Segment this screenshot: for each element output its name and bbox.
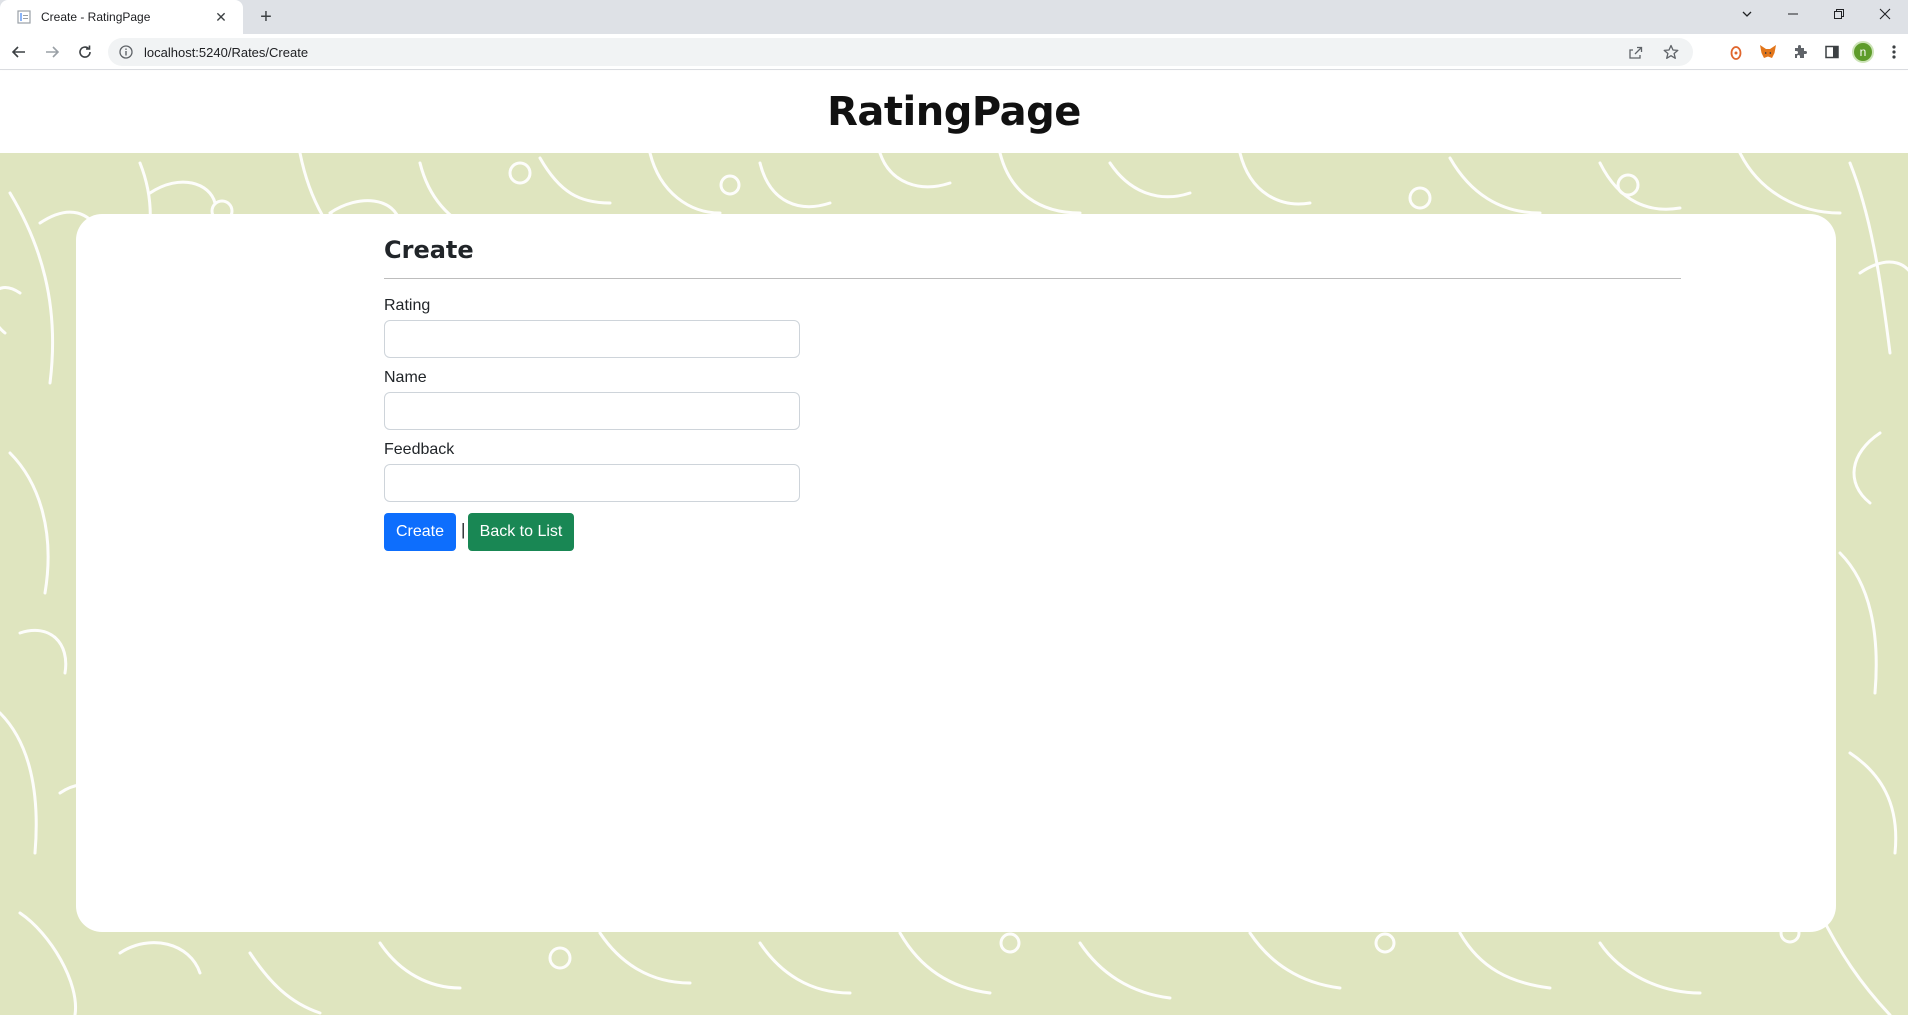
tab-search-icon[interactable] [1724,0,1770,28]
bookmark-star-icon[interactable] [1659,40,1683,64]
browser-toolbar: localhost:5240/Rates/Create n [0,34,1908,70]
reload-icon[interactable] [71,38,99,66]
content-card: Create Rating Name Feedback Create | Bac… [76,214,1836,932]
forward-arrow-icon[interactable] [38,38,66,66]
page-favicon-icon [16,9,32,25]
name-input[interactable] [384,392,800,430]
url-text: localhost:5240/Rates/Create [144,44,309,60]
feedback-input[interactable] [384,464,800,502]
back-arrow-icon[interactable] [5,38,33,66]
kebab-menu-icon[interactable] [1882,40,1906,64]
new-tab-icon[interactable]: + [255,6,277,28]
side-panel-icon[interactable] [1820,40,1844,64]
feedback-label: Feedback [384,441,455,458]
minimize-icon[interactable] [1770,0,1816,28]
metamask-fox-icon[interactable] [1756,40,1780,64]
close-window-icon[interactable] [1862,0,1908,28]
close-tab-icon[interactable]: ✕ [211,7,231,27]
browser-tab-active[interactable]: Create - RatingPage ✕ [0,0,243,34]
rating-label: Rating [384,297,431,314]
restore-icon[interactable] [1816,0,1862,28]
extension-shield-icon[interactable] [1724,40,1748,64]
heading-divider [384,278,1681,279]
site-header: RatingPage [0,71,1908,153]
name-label: Name [384,369,427,386]
share-icon[interactable] [1623,40,1647,64]
window-controls [1724,0,1908,28]
puzzle-extensions-icon[interactable] [1788,40,1812,64]
site-title[interactable]: RatingPage [827,89,1081,135]
rating-input[interactable] [384,320,800,358]
back-to-list-button[interactable]: Back to List [468,513,574,551]
page-heading: Create [384,236,474,264]
button-separator: | [461,520,466,539]
extensions-area: n [1724,38,1906,66]
tab-title: Create - RatingPage [41,10,151,24]
address-bar[interactable]: localhost:5240/Rates/Create [108,38,1693,66]
create-button[interactable]: Create [384,513,456,551]
profile-avatar[interactable]: n [1852,41,1874,63]
tab-strip: Create - RatingPage ✕ + [0,0,1908,34]
site-info-icon[interactable] [118,44,134,60]
